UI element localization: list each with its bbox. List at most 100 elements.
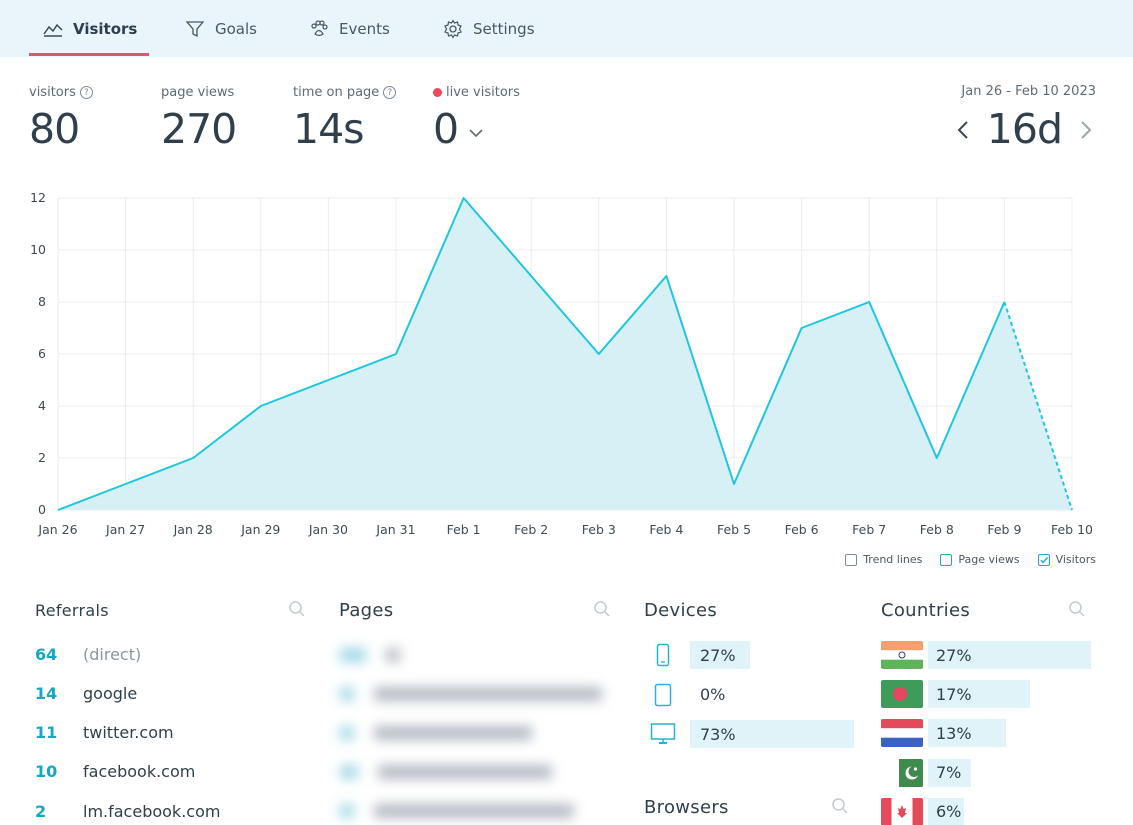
referral-name: twitter.com: [83, 723, 174, 743]
list-item[interactable]: 0%: [645, 681, 750, 709]
data-point: [124, 482, 128, 486]
list-item[interactable]: 73%: [645, 720, 854, 748]
tab-label: Settings: [473, 19, 535, 38]
checkbox-icon[interactable]: [845, 553, 858, 566]
list-item[interactable]: 17%: [881, 680, 1030, 709]
panel-title: Browsers: [644, 796, 729, 818]
x-tick-label: Feb 4: [649, 522, 683, 537]
tab-events[interactable]: Events: [309, 0, 390, 57]
y-tick-label: 4: [38, 398, 46, 413]
list-item[interactable]: 27%: [645, 641, 750, 669]
data-point: [935, 456, 939, 460]
data-point: [191, 456, 195, 460]
stat-label: time on page: [293, 85, 380, 100]
x-tick-label: Feb 8: [920, 522, 954, 537]
referral-name: google: [83, 683, 138, 703]
data-point: [664, 274, 668, 278]
toggle-label: Visitors: [1055, 553, 1096, 566]
search-icon[interactable]: [593, 600, 611, 622]
tablet-icon: [645, 683, 681, 707]
x-tick-label: Jan 28: [173, 522, 213, 537]
toggle-trend-lines[interactable]: Trend lines: [845, 553, 922, 566]
list-item[interactable]: [340, 684, 602, 704]
toggle-label: Trend lines: [863, 553, 923, 566]
tab-visitors[interactable]: Visitors: [29, 0, 149, 57]
visitors-chart: 0 2 4 6 8 10 12 Jan 26 Jan 27 Jan 28 Jan 29 Jan 30 J…: [30, 190, 1093, 537]
data-point: [326, 378, 330, 382]
data-point: [1070, 508, 1074, 512]
data-point: [529, 274, 533, 278]
y-tick-label: 0: [38, 502, 46, 517]
top-tab-bar: Visitors Goals Events Settings: [0, 0, 1133, 57]
canada-flag-icon: [881, 797, 923, 825]
help-icon[interactable]: ?: [383, 86, 397, 99]
period-value: 16d: [986, 105, 1063, 153]
x-tick-label: Jan 29: [240, 522, 280, 537]
tab-goals[interactable]: Goals: [185, 0, 257, 57]
toggle-page-views[interactable]: Page views: [940, 553, 1020, 566]
country-percent-bar: 13%: [928, 719, 1006, 748]
tab-settings[interactable]: Settings: [443, 0, 535, 57]
y-tick-label: 8: [38, 294, 46, 309]
referral-name: (direct): [83, 644, 142, 664]
list-item[interactable]: 6%: [881, 797, 964, 825]
stat-value: 0: [433, 105, 459, 153]
x-tick-label: Feb 2: [514, 522, 548, 537]
stat-time-on-page: time on page? 14s: [293, 84, 397, 153]
panel-title: Referrals: [35, 600, 109, 620]
panel-title: Devices: [644, 599, 718, 621]
chart-legend: Trend lines Page views Visitors: [845, 553, 1096, 566]
list-item[interactable]: [340, 801, 574, 821]
x-tick-label: Jan 30: [308, 522, 348, 537]
chart-icon: [43, 19, 63, 39]
x-tick-label: Feb 10: [1051, 522, 1093, 537]
paw-icon: [309, 19, 329, 39]
stat-value: 14s: [293, 105, 365, 153]
chevron-left-icon[interactable]: [953, 115, 973, 145]
stat-page-views: page views 270: [161, 84, 237, 150]
list-item[interactable]: 2 lm.facebook.com: [35, 799, 220, 823]
country-percent-bar: 27%: [928, 641, 1091, 669]
y-tick-label: 2: [38, 450, 46, 465]
search-icon[interactable]: [288, 600, 306, 622]
chevron-down-icon[interactable]: [468, 128, 484, 138]
list-item[interactable]: [340, 762, 552, 782]
x-tick-label: Feb 1: [447, 522, 481, 537]
list-item[interactable]: [340, 723, 532, 743]
referral-count: 64: [35, 644, 58, 664]
checkbox-checked-icon[interactable]: [1037, 553, 1050, 566]
x-tick-label: Jan 27: [105, 522, 145, 537]
list-item[interactable]: 14 google: [35, 681, 137, 705]
data-point: [867, 300, 871, 304]
stat-visitors: visitors? 80: [29, 84, 93, 150]
stat-value: 80: [29, 105, 80, 153]
search-icon[interactable]: [1068, 600, 1086, 622]
list-item[interactable]: 27%: [881, 641, 1091, 669]
referral-count: 2: [35, 801, 47, 821]
checkbox-icon[interactable]: [940, 553, 953, 566]
x-tick-label: Feb 7: [852, 522, 886, 537]
date-range-label: Jan 26 - Feb 10 2023: [961, 84, 1096, 99]
data-point: [597, 352, 601, 356]
search-icon[interactable]: [831, 797, 849, 819]
device-percent-bar: 0%: [700, 685, 726, 704]
data-point: [732, 482, 736, 486]
device-percent-bar: 27%: [690, 641, 750, 669]
list-item[interactable]: 64 (direct): [35, 642, 141, 666]
toggle-visitors[interactable]: Visitors: [1037, 553, 1096, 566]
devices-panel: Devices: [644, 596, 717, 624]
help-icon[interactable]: ?: [79, 86, 93, 99]
countries-panel: Countries: [881, 596, 970, 624]
tab-label: Events: [339, 19, 390, 38]
list-item[interactable]: 11 twitter.com: [35, 721, 174, 745]
chevron-right-icon[interactable]: [1076, 115, 1096, 145]
referral-count: 11: [35, 723, 58, 743]
list-item[interactable]: 13%: [881, 719, 1006, 748]
y-tick-label: 6: [38, 346, 46, 361]
list-item[interactable]: 7%: [891, 758, 971, 787]
browsers-panel: Browsers: [644, 793, 729, 821]
list-item[interactable]: 10 facebook.com: [35, 760, 195, 784]
stat-label: live visitors: [446, 85, 520, 100]
list-item[interactable]: [340, 645, 400, 665]
date-range: Jan 26 - Feb 10 2023 16d: [953, 84, 1096, 150]
